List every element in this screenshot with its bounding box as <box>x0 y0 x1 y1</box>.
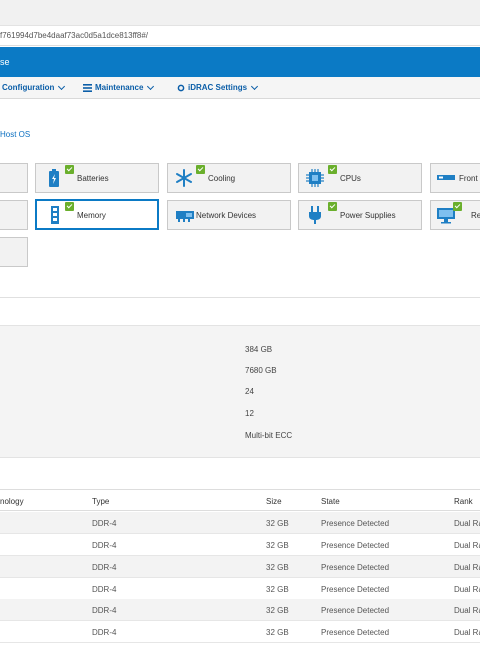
tile-power-supplies-label: Power Supplies <box>340 211 396 220</box>
cell-type: DDR-4 <box>92 606 117 615</box>
tile-power-supplies[interactable]: Power Supplies <box>298 200 422 230</box>
network-card-icon <box>176 211 194 222</box>
summary-value-error-correction: Multi-bit ECC <box>245 431 293 440</box>
tile-partial-left-3[interactable] <box>0 237 28 267</box>
tile-cooling[interactable]: Cooling <box>167 163 291 193</box>
column-header-type[interactable]: Type <box>92 497 109 506</box>
menu-idrac-settings-label: iDRAC Settings <box>188 83 248 92</box>
menu-configuration-label: Configuration <box>2 83 55 92</box>
table-header: nology Type Size State Rank <box>0 489 480 511</box>
tile-cooling-label: Cooling <box>208 174 236 183</box>
cell-rank: Dual Ra <box>454 519 480 528</box>
section-divider <box>0 297 480 298</box>
cell-size: 32 GB <box>266 541 289 550</box>
cell-size: 32 GB <box>266 519 289 528</box>
battery-icon <box>49 169 59 187</box>
address-bar[interactable]: f761994d7be4daaf73ac0d5a1dce813ff8#/ <box>0 26 480 46</box>
tile-remote-access-label: Re <box>471 211 480 220</box>
table-row[interactable]: DDR-4 32 GB Presence Detected Dual Ra <box>0 556 480 578</box>
tile-partial-left-1[interactable] <box>0 163 28 193</box>
summary-value-total-slots: 24 <box>245 387 254 396</box>
cell-state: Presence Detected <box>321 563 390 572</box>
cell-type: DDR-4 <box>92 628 117 637</box>
table-row[interactable]: DDR-4 32 GB Presence Detected Dual Ra <box>0 534 480 556</box>
status-ok-icon <box>196 165 205 174</box>
status-ok-icon <box>328 165 337 174</box>
cell-type: DDR-4 <box>92 541 117 550</box>
status-ok-icon <box>328 202 337 211</box>
chevron-down-icon <box>251 82 259 90</box>
table-row[interactable]: DDR-4 32 GB Presence Detected Dual Ra <box>0 599 480 621</box>
app-title: se <box>0 57 10 67</box>
cpu-icon <box>306 169 324 187</box>
menu-maintenance-label: Maintenance <box>95 83 144 92</box>
cell-rank: Dual Ra <box>454 563 480 572</box>
menu-maintenance[interactable]: Maintenance <box>83 82 155 92</box>
front-panel-icon <box>437 175 455 180</box>
cell-rank: Dual Ra <box>454 541 480 550</box>
cell-size: 32 GB <box>266 628 289 637</box>
cell-type: DDR-4 <box>92 519 117 528</box>
table-row[interactable]: DDR-4 32 GB Presence Detected Dual Ra <box>0 512 480 534</box>
column-header-rank[interactable]: Rank <box>454 497 473 506</box>
cell-type: DDR-4 <box>92 585 117 594</box>
url-text: f761994d7be4daaf73ac0d5a1dce813ff8#/ <box>0 31 148 40</box>
snowflake-icon <box>176 169 192 187</box>
summary-value-installed-capacity: 384 GB <box>245 345 273 354</box>
cell-state: Presence Detected <box>321 541 390 550</box>
column-header-size[interactable]: Size <box>266 497 282 506</box>
settings-icon <box>177 84 185 91</box>
cell-state: Presence Detected <box>321 585 390 594</box>
cell-size: 32 GB <box>266 563 289 572</box>
summary-value-available-slots: 12 <box>245 409 254 418</box>
tile-batteries-label: Batteries <box>77 174 109 183</box>
cell-rank: Dual Ra <box>454 606 480 615</box>
cell-rank: Dual Ra <box>454 628 480 637</box>
status-ok-icon <box>65 165 74 174</box>
maintenance-icon <box>83 83 92 92</box>
cell-size: 32 GB <box>266 606 289 615</box>
memory-icon <box>51 206 59 224</box>
menu-idrac-settings[interactable]: iDRAC Settings <box>177 82 259 92</box>
summary-value-max-capacity: 7680 GB <box>245 366 277 375</box>
menu-configuration[interactable]: Configuration <box>2 82 66 92</box>
cell-type: DDR-4 <box>92 563 117 572</box>
status-ok-icon <box>65 202 74 211</box>
power-plug-icon <box>309 206 321 224</box>
tile-remote-access[interactable]: Re <box>430 200 480 230</box>
cell-state: Presence Detected <box>321 628 390 637</box>
tile-network-devices-label: Network Devices <box>196 211 257 220</box>
app-header: se <box>0 47 480 77</box>
tile-memory-label: Memory <box>77 211 106 220</box>
cell-state: Presence Detected <box>321 606 390 615</box>
tile-network-devices[interactable]: Network Devices <box>167 200 291 230</box>
tile-batteries[interactable]: Batteries <box>35 163 159 193</box>
tile-cpus-label: CPUs <box>340 174 361 183</box>
tile-memory[interactable]: Memory <box>35 199 159 230</box>
tile-front-panel[interactable]: Front <box>430 163 480 193</box>
chevron-down-icon <box>147 82 155 90</box>
cell-rank: Dual Ra <box>454 585 480 594</box>
breadcrumb-host-os[interactable]: Host OS <box>0 130 30 139</box>
chevron-down-icon <box>58 82 66 90</box>
tile-front-panel-label: Front <box>459 174 478 183</box>
memory-summary-panel: 384 GB 7680 GB 24 12 Multi-bit ECC <box>0 325 480 458</box>
column-header-technology[interactable]: nology <box>0 497 24 506</box>
main-menu: Configuration Maintenance iDRAC Settings <box>0 77 480 99</box>
tile-cpus[interactable]: CPUs <box>298 163 422 193</box>
cell-state: Presence Detected <box>321 519 390 528</box>
status-ok-icon <box>453 202 462 211</box>
column-header-state[interactable]: State <box>321 497 340 506</box>
tile-partial-left-2[interactable] <box>0 200 28 230</box>
table-row[interactable]: DDR-4 32 GB Presence Detected Dual Ra <box>0 621 480 643</box>
browser-toolbar <box>0 0 480 26</box>
table-row[interactable]: DDR-4 32 GB Presence Detected Dual Ra <box>0 578 480 600</box>
cell-size: 32 GB <box>266 585 289 594</box>
